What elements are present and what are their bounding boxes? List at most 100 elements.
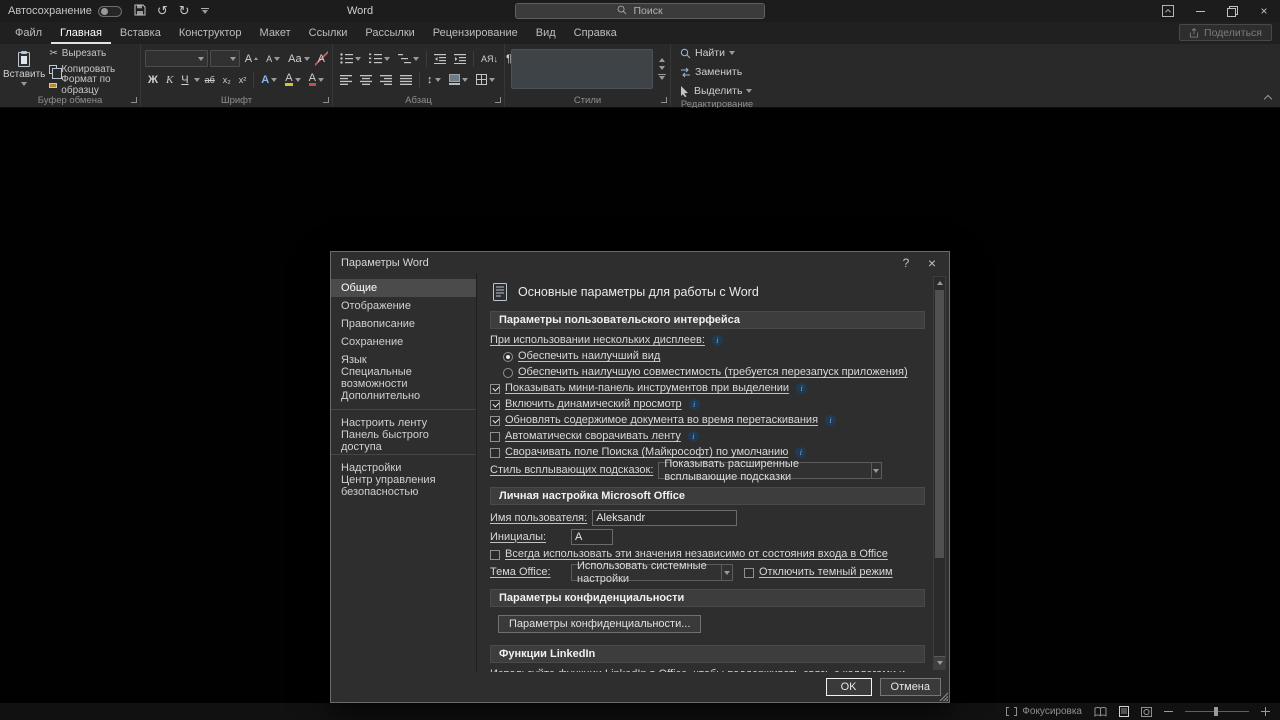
italic-button[interactable]: К <box>163 71 176 88</box>
close-button[interactable]: × <box>1248 0 1280 22</box>
cancel-button[interactable]: Отмена <box>879 678 941 696</box>
focus-mode-button[interactable]: Фокусировка <box>1006 706 1082 717</box>
dialog-launcher-icon[interactable] <box>323 97 329 103</box>
font-color-button[interactable]: А <box>306 71 327 88</box>
sidebar-item-accessibility[interactable]: Специальные возможности <box>331 366 476 390</box>
numbering-button[interactable] <box>366 50 393 67</box>
checkbox-show-mini-toolbar[interactable]: Показывать мини-панель инструментов при … <box>490 382 925 395</box>
sidebar-item-trust-center[interactable]: Центр управления безопасностью <box>331 474 476 498</box>
ribbon-display-options-button[interactable] <box>1152 0 1184 22</box>
info-icon[interactable] <box>796 383 808 394</box>
replace-button[interactable]: Заменить <box>675 64 759 80</box>
office-theme-select[interactable]: Использовать системные настройки <box>571 560 733 585</box>
dialog-launcher-icon[interactable] <box>131 97 137 103</box>
strikethrough-button[interactable]: аб <box>202 71 218 88</box>
text-highlight-button[interactable]: А <box>282 71 303 88</box>
multilevel-list-button[interactable] <box>395 50 422 67</box>
tooltip-style-select[interactable]: Показывать расширенные всплывающие подск… <box>658 458 883 483</box>
grow-font-button[interactable]: А <box>242 50 261 67</box>
underline-options-icon[interactable] <box>193 77 200 82</box>
justify-button[interactable] <box>397 71 415 88</box>
redo-button[interactable]: ↻ <box>179 4 190 17</box>
paste-button[interactable]: Вставить <box>3 47 45 91</box>
print-layout-button[interactable] <box>1119 706 1129 717</box>
share-button[interactable]: Поделиться <box>1179 24 1272 41</box>
shading-button[interactable] <box>446 71 471 88</box>
line-spacing-button[interactable]: ↕ <box>424 71 444 88</box>
username-input[interactable] <box>592 510 738 526</box>
info-icon[interactable] <box>825 415 837 426</box>
sidebar-item-general[interactable]: Общие <box>331 279 476 297</box>
gallery-down-icon[interactable] <box>659 66 665 70</box>
subscript-button[interactable]: х₂ <box>220 71 234 88</box>
gallery-up-icon[interactable] <box>659 58 665 62</box>
font-size-select[interactable] <box>210 50 240 67</box>
tab-view[interactable]: Вид <box>527 23 565 44</box>
undo-button[interactable]: ↺ <box>157 4 168 17</box>
dialog-close-button[interactable]: × <box>919 253 945 273</box>
sidebar-item-save[interactable]: Сохранение <box>331 333 476 351</box>
tab-help[interactable]: Справка <box>565 23 626 44</box>
align-right-button[interactable] <box>377 71 395 88</box>
text-effects-button[interactable]: А <box>258 71 280 88</box>
bold-button[interactable]: Ж <box>145 71 161 88</box>
clear-formatting-button[interactable]: А <box>314 50 328 67</box>
ok-button[interactable]: OK <box>825 678 872 696</box>
format-painter-button[interactable]: Формат по образцу <box>47 74 139 96</box>
tab-design[interactable]: Конструктор <box>170 23 251 44</box>
styles-gallery[interactable] <box>511 49 653 89</box>
tab-home[interactable]: Главная <box>51 23 111 44</box>
zoom-out-button[interactable] <box>1164 711 1173 712</box>
increase-indent-button[interactable] <box>451 50 469 67</box>
tab-file[interactable]: Файл <box>6 23 51 44</box>
save-button[interactable] <box>134 4 146 19</box>
dialog-help-button[interactable]: ? <box>893 253 919 273</box>
customize-qat-icon[interactable] <box>201 8 209 14</box>
tab-insert[interactable]: Вставка <box>111 23 170 44</box>
find-button[interactable]: Найти <box>675 45 759 61</box>
sidebar-item-proofing[interactable]: Правописание <box>331 315 476 333</box>
checkbox-live-preview[interactable]: Включить динамический просмотр <box>490 398 925 411</box>
minimize-button[interactable] <box>1184 0 1216 22</box>
decrease-indent-button[interactable] <box>431 50 449 67</box>
web-layout-button[interactable] <box>1141 706 1152 717</box>
borders-button[interactable] <box>473 71 498 88</box>
bullets-button[interactable] <box>337 50 364 67</box>
tab-layout[interactable]: Макет <box>251 23 300 44</box>
checkbox-collapse-ribbon[interactable]: Автоматически сворачивать ленту <box>490 430 925 443</box>
info-icon[interactable] <box>795 447 807 458</box>
shrink-font-button[interactable]: А <box>263 50 283 67</box>
tab-review[interactable]: Рецензирование <box>424 23 527 44</box>
search-input[interactable]: Поиск <box>515 3 765 19</box>
align-left-button[interactable] <box>337 71 355 88</box>
info-icon[interactable] <box>711 335 723 346</box>
scroll-down-icon[interactable] <box>934 656 945 669</box>
font-name-select[interactable] <box>145 50 209 67</box>
tab-references[interactable]: Ссылки <box>300 23 357 44</box>
info-icon[interactable] <box>688 399 700 410</box>
scroll-up-icon[interactable] <box>934 277 945 289</box>
underline-button[interactable]: Ч <box>178 71 191 88</box>
collapse-ribbon-icon[interactable] <box>1263 94 1273 104</box>
zoom-slider-thumb[interactable] <box>1214 707 1218 716</box>
superscript-button[interactable]: х² <box>236 71 250 88</box>
dialog-launcher-icon[interactable] <box>495 97 501 103</box>
autosave-toggle[interactable] <box>97 5 122 17</box>
select-button[interactable]: Выделить <box>675 83 759 99</box>
dialog-launcher-icon[interactable] <box>661 97 667 103</box>
change-case-button[interactable]: Аа <box>285 50 313 67</box>
checkbox-disable-dark-mode[interactable]: Отключить темный режим <box>744 566 893 579</box>
tab-mailings[interactable]: Рассылки <box>356 23 423 44</box>
scrollbar-thumb[interactable] <box>935 290 944 558</box>
read-mode-button[interactable] <box>1094 706 1107 717</box>
sidebar-item-quick-access-toolbar[interactable]: Панель быстрого доступа <box>331 429 476 453</box>
privacy-settings-button[interactable]: Параметры конфиденциальности... <box>498 615 702 633</box>
maximize-button[interactable] <box>1216 0 1248 22</box>
sort-button[interactable]: АЯ↓ <box>478 50 501 67</box>
cut-button[interactable]: ✂ Вырезать <box>47 46 139 60</box>
checkbox-update-while-dragging[interactable]: Обновлять содержимое документа во время … <box>490 414 925 427</box>
initials-input[interactable] <box>571 529 613 545</box>
dialog-scrollbar[interactable] <box>933 276 946 670</box>
align-center-button[interactable] <box>357 71 375 88</box>
sidebar-item-display[interactable]: Отображение <box>331 297 476 315</box>
